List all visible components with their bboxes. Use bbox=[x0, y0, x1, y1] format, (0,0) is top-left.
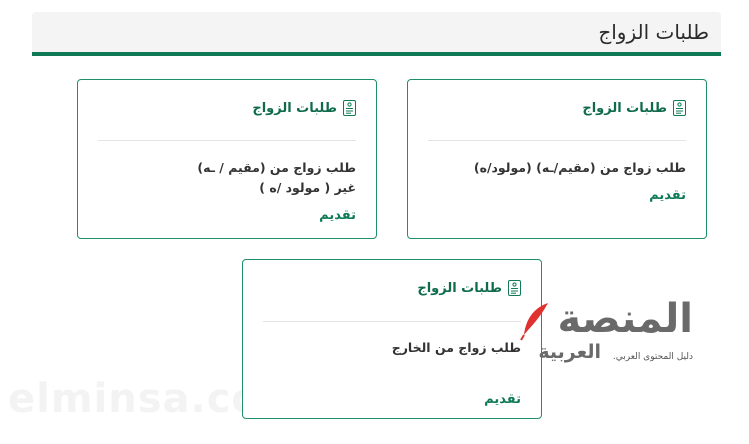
apply-link[interactable]: تقديم bbox=[319, 208, 356, 223]
marriage-request-card-resident: طلبات الزواج طلب زواج من (مقيم/ـه) (مولو… bbox=[407, 79, 707, 239]
card-header: طلبات الزواج bbox=[417, 280, 521, 296]
card-divider bbox=[428, 140, 686, 141]
card-title: طلبات الزواج bbox=[582, 100, 667, 116]
card-description: طلب زواج من (مقيم / ـه) غير ( مولود /ه ) bbox=[197, 160, 356, 195]
logo-sub-text: العربية bbox=[538, 341, 601, 363]
marriage-request-card-resident-not-born: طلبات الزواج طلب زواج من (مقيم / ـه) غير… bbox=[77, 79, 377, 239]
apply-link[interactable]: تقديم bbox=[484, 392, 521, 407]
document-icon bbox=[508, 280, 521, 296]
logo-tagline: دليل المحتوى العربي. bbox=[612, 352, 693, 362]
marriage-request-card-abroad: طلبات الزواج طلب زواج من الخارج تقديم bbox=[242, 259, 542, 419]
card-divider bbox=[98, 140, 356, 141]
page-title: طلبات الزواج bbox=[598, 20, 709, 44]
card-description: طلب زواج من الخارج bbox=[391, 340, 521, 355]
card-divider bbox=[263, 321, 521, 322]
card-header: طلبات الزواج bbox=[582, 100, 686, 116]
logo-main-text: المنصة bbox=[557, 296, 693, 342]
card-title: طلبات الزواج bbox=[417, 280, 502, 296]
card-header: طلبات الزواج bbox=[252, 100, 356, 116]
card-title: طلبات الزواج bbox=[252, 100, 337, 116]
card-description: طلب زواج من (مقيم/ـه) (مولود/ه) bbox=[473, 160, 686, 175]
apply-link[interactable]: تقديم bbox=[649, 188, 686, 203]
document-icon bbox=[343, 100, 356, 116]
document-icon bbox=[673, 100, 686, 116]
page-header: طلبات الزواج bbox=[32, 12, 721, 56]
feather-icon bbox=[518, 301, 552, 341]
watermark-logo: المنصة العربية دليل المحتوى العربي. bbox=[518, 297, 693, 373]
